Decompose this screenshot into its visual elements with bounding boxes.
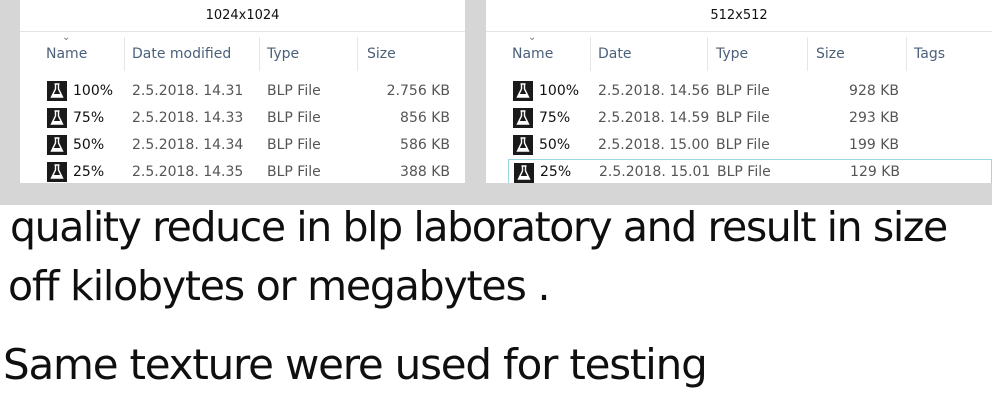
column-header-type[interactable]: Type	[267, 33, 352, 75]
file-row[interactable]: 25% 2.5.2018. 14.35 BLP File 388 KB	[20, 159, 465, 183]
caption-line-1: quality reduce in blp laboratory and res…	[10, 203, 948, 251]
file-date: 2.5.2018. 14.56	[598, 83, 710, 99]
file-size: 129 KB	[850, 164, 900, 180]
file-size: 586 KB	[400, 137, 450, 153]
file-date: 2.5.2018. 14.31	[132, 83, 244, 99]
flask-icon	[513, 135, 533, 155]
file-list-512: 512x512 ⌄ Name Date Type Size Tags 100% …	[486, 0, 992, 183]
file-size: 388 KB	[400, 164, 450, 180]
flask-icon	[514, 163, 534, 183]
file-name: 75%	[73, 110, 105, 126]
file-row[interactable]: 50% 2.5.2018. 14.34 BLP File 586 KB	[20, 132, 465, 159]
folder-title: 512x512	[486, 0, 992, 32]
file-row[interactable]: 75% 2.5.2018. 14.33 BLP File 856 KB	[20, 105, 465, 132]
file-list-1024: 1024x1024 ⌄ Name Date modified Type Size…	[20, 0, 465, 183]
column-header-size[interactable]: Size	[367, 33, 457, 75]
file-name: 75%	[539, 110, 571, 126]
file-name: 100%	[73, 83, 114, 99]
sort-chevron-icon: ⌄	[528, 32, 537, 43]
file-date: 2.5.2018. 14.34	[132, 137, 244, 153]
column-header-name[interactable]: ⌄ Name	[46, 32, 121, 75]
file-row-selected[interactable]: 25% 2.5.2018. 15.01 BLP File 129 KB	[508, 159, 992, 183]
flask-icon	[47, 81, 67, 101]
column-header-type[interactable]: Type	[716, 33, 806, 75]
file-date: 2.5.2018. 15.01	[599, 164, 711, 180]
file-date: 2.5.2018. 14.35	[132, 164, 244, 180]
column-divider[interactable]	[259, 37, 260, 71]
column-divider[interactable]	[590, 37, 591, 71]
file-date: 2.5.2018. 15.00	[598, 137, 710, 153]
column-header-name[interactable]: ⌄ Name	[512, 32, 587, 75]
file-type: BLP File	[267, 110, 321, 126]
flask-icon	[47, 162, 67, 182]
file-name: 25%	[540, 164, 572, 180]
sort-chevron-icon: ⌄	[62, 32, 71, 43]
caption-line-2: off kilobytes or megabytes .	[8, 262, 550, 310]
flask-icon	[513, 81, 533, 101]
column-headers: ⌄ Name Date modified Type Size	[20, 32, 465, 75]
file-size: 856 KB	[400, 110, 450, 126]
caption-line-3: Same texture were used for testing	[3, 340, 708, 389]
column-header-date[interactable]: Date	[598, 33, 703, 75]
flask-icon	[47, 108, 67, 128]
folder-title: 1024x1024	[20, 0, 465, 32]
file-type: BLP File	[717, 164, 771, 180]
column-header-size[interactable]: Size	[816, 33, 901, 75]
file-name: 50%	[539, 137, 571, 153]
file-type: BLP File	[267, 137, 321, 153]
file-name: 100%	[539, 83, 580, 99]
file-row[interactable]: 50% 2.5.2018. 15.00 BLP File 199 KB	[486, 132, 992, 159]
file-date: 2.5.2018. 14.59	[598, 110, 710, 126]
column-divider[interactable]	[807, 37, 808, 71]
file-size: 199 KB	[849, 137, 899, 153]
file-size: 928 KB	[849, 83, 899, 99]
column-divider[interactable]	[124, 37, 125, 71]
flask-icon	[47, 135, 67, 155]
flask-icon	[513, 108, 533, 128]
column-headers: ⌄ Name Date Type Size Tags	[486, 32, 992, 75]
file-type: BLP File	[716, 137, 770, 153]
file-type: BLP File	[716, 110, 770, 126]
file-type: BLP File	[267, 83, 321, 99]
file-row[interactable]: 100% 2.5.2018. 14.56 BLP File 928 KB	[486, 78, 992, 105]
file-type: BLP File	[267, 164, 321, 180]
file-name: 50%	[73, 137, 105, 153]
column-header-tags[interactable]: Tags	[914, 33, 984, 75]
file-date: 2.5.2018. 14.33	[132, 110, 244, 126]
file-size: 293 KB	[849, 110, 899, 126]
column-divider[interactable]	[906, 37, 907, 71]
file-size: 2.756 KB	[386, 83, 450, 99]
file-name: 25%	[73, 164, 105, 180]
column-header-date[interactable]: Date modified	[132, 33, 257, 75]
file-row[interactable]: 100% 2.5.2018. 14.31 BLP File 2.756 KB	[20, 78, 465, 105]
file-row[interactable]: 75% 2.5.2018. 14.59 BLP File 293 KB	[486, 105, 992, 132]
file-type: BLP File	[716, 83, 770, 99]
column-divider[interactable]	[357, 37, 358, 71]
column-divider[interactable]	[707, 37, 708, 71]
